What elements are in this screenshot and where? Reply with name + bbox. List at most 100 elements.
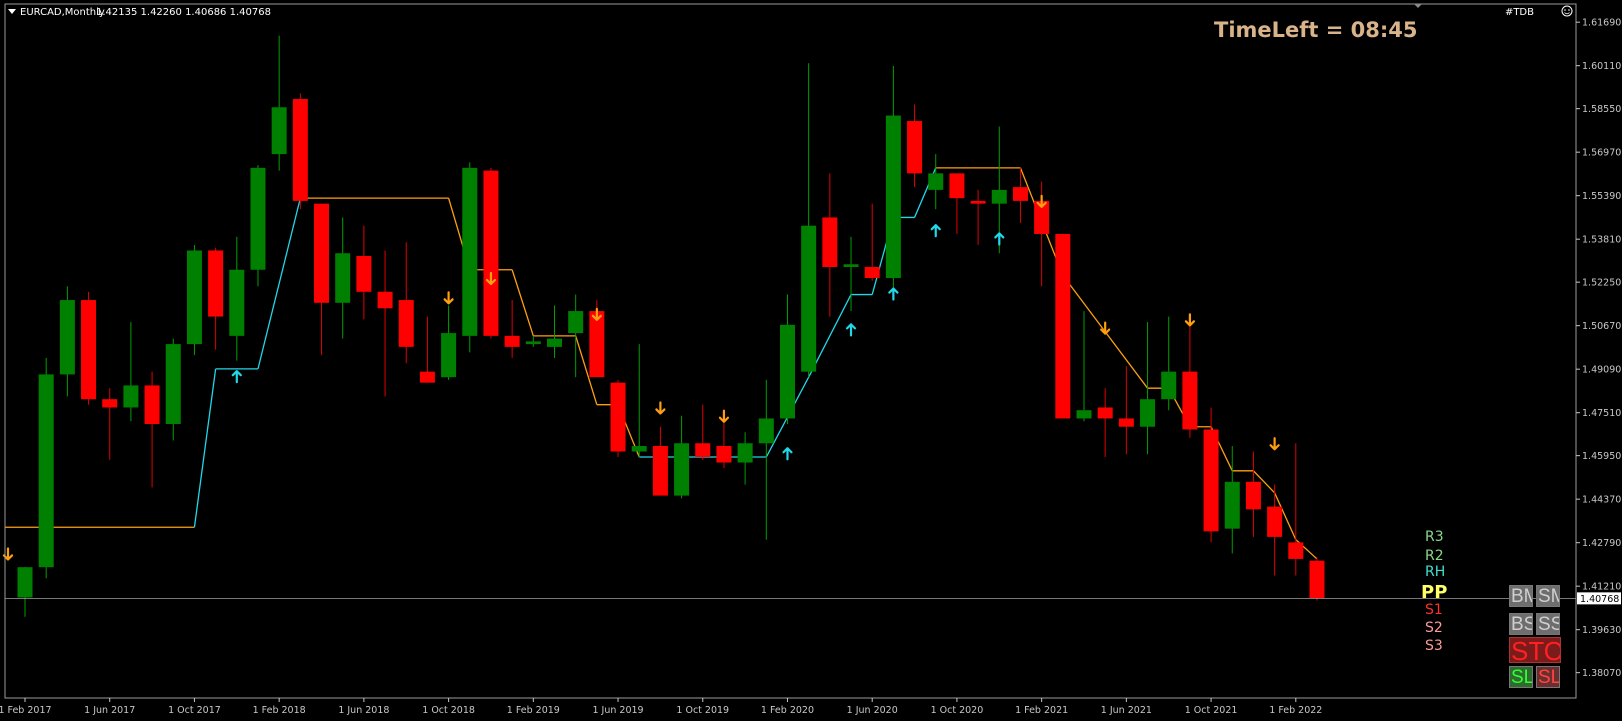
- candle-body-bear: [398, 300, 414, 347]
- candle: [610, 379, 626, 458]
- y-tick-label: 1.47510: [1582, 408, 1621, 419]
- candle-body-bear: [589, 311, 605, 378]
- candle: [377, 250, 393, 397]
- candle-body-bear: [1288, 542, 1304, 559]
- candle-body-bear: [356, 255, 372, 292]
- pivot-label-r2: R2: [1425, 548, 1444, 564]
- candle-body-bull: [123, 385, 139, 408]
- candle: [1055, 233, 1071, 419]
- smiley-icon: [1561, 5, 1573, 17]
- x-tick-label: 1 Jun 2021: [1101, 705, 1152, 716]
- candle-body-bull: [737, 443, 753, 463]
- candle-body-bull: [631, 446, 647, 452]
- trail-line-group: [5, 167, 1318, 560]
- candle: [292, 93, 308, 210]
- candle: [419, 316, 435, 383]
- candle: [737, 432, 753, 485]
- sl-tp-buy-button[interactable]: SL/TP: [1509, 666, 1533, 688]
- candle: [822, 173, 838, 317]
- smiley-eye-left: [1564, 9, 1566, 11]
- candle: [123, 322, 139, 422]
- symbol-title: EURCAD,Monthly: [20, 7, 105, 18]
- candle: [1012, 167, 1028, 223]
- candle: [525, 335, 541, 347]
- candle-body-bear: [864, 267, 880, 279]
- candle: [843, 236, 859, 312]
- arrows-group: [2, 194, 1280, 561]
- candle-body-bear: [822, 217, 838, 268]
- candle-body-bull: [1161, 371, 1177, 400]
- sell-market-button[interactable]: SM: [1536, 585, 1560, 607]
- y-tick-label: 1.58550: [1582, 104, 1621, 115]
- candle-body-bull: [250, 167, 266, 270]
- trail-segment: [193, 368, 217, 528]
- x-tick-label: 1 Feb 2021: [1015, 705, 1068, 716]
- pivot-label-s3: S3: [1425, 638, 1443, 654]
- candle: [229, 236, 245, 361]
- candle: [398, 242, 414, 364]
- smiley-eye-right: [1568, 9, 1570, 11]
- candle-body-bull: [779, 324, 795, 419]
- candle-body-bull: [229, 269, 245, 336]
- candle: [59, 286, 75, 397]
- candle-body-bull: [758, 418, 774, 444]
- x-tick-label: 1 Feb 2017: [0, 705, 52, 716]
- x-tick-label: 1 Jun 2017: [84, 705, 135, 716]
- pivot-label-s1: S1: [1425, 602, 1443, 618]
- candle: [864, 203, 880, 281]
- candle-body-bull: [17, 567, 33, 598]
- price-chart[interactable]: 1.61690 1.60110 1.58550 1.56970 1.55390 1.538…: [0, 0, 1622, 721]
- candle-body-bear: [144, 385, 160, 424]
- timeleft-label: TimeLeft = 08:45: [1214, 18, 1418, 42]
- x-tick-label: 1 Oct 2020: [931, 705, 984, 716]
- ohlc-readout: 1.42135 1.42260 1.40686 1.40768: [96, 7, 271, 18]
- candle: [1076, 311, 1092, 422]
- candle-body-bull: [38, 374, 54, 568]
- x-tick-label: 1 Feb 2022: [1269, 705, 1322, 716]
- candle: [81, 291, 97, 405]
- candle: [102, 388, 118, 460]
- candle-body-bull: [186, 250, 202, 345]
- candle-body-bear: [716, 446, 732, 463]
- buy-stop-button[interactable]: BS: [1509, 613, 1533, 635]
- candle-body-bull: [1224, 481, 1240, 529]
- pivot-label-s2: S2: [1425, 620, 1443, 636]
- candle: [1203, 407, 1219, 543]
- arrow-up-icon: [782, 447, 793, 461]
- candle-body-bear: [1245, 481, 1261, 510]
- candle-body-bull: [1076, 410, 1092, 419]
- candle: [165, 338, 181, 441]
- candles-group: [17, 35, 1325, 617]
- candle-body-bear: [1267, 506, 1283, 537]
- sell-stop-button[interactable]: SS: [1536, 613, 1560, 635]
- candle: [356, 225, 372, 320]
- y-tick-label: 1.55390: [1582, 191, 1621, 202]
- x-tick-label: 1 Jun 2019: [592, 705, 643, 716]
- x-tick-label: 1 Oct 2017: [168, 705, 221, 716]
- stop-button[interactable]: STOP: [1509, 637, 1561, 663]
- candle-body-bull: [674, 443, 690, 496]
- current-price-label: 1.40768: [1580, 594, 1619, 605]
- buy-market-button[interactable]: BM: [1509, 585, 1533, 607]
- candle-body-bear: [652, 446, 668, 496]
- candle-body-bull: [843, 264, 859, 268]
- candle-body-bear: [102, 399, 118, 408]
- pivot-label-pp: PP: [1421, 582, 1447, 603]
- candle-body-bull: [165, 344, 181, 424]
- candle: [949, 173, 965, 234]
- candle: [335, 217, 351, 339]
- candle: [928, 154, 944, 210]
- candle-body-bear: [292, 99, 308, 201]
- sl-tp-sell-button[interactable]: SL/TP: [1536, 666, 1560, 688]
- candle-body-bull: [801, 225, 817, 372]
- candle-body-bull: [462, 167, 478, 336]
- candle-body-bull: [525, 341, 541, 345]
- candle-body-bull: [271, 107, 287, 155]
- candle-body-bear: [949, 173, 965, 199]
- candle-body-bear: [314, 203, 330, 303]
- y-tick-label: 1.49090: [1582, 365, 1621, 376]
- x-tick-label: 1 Feb 2018: [253, 705, 306, 716]
- symbol-dropdown-icon[interactable]: [8, 9, 16, 14]
- header-group: EURCAD,Monthly 1.42135 1.42260 1.40686 1…: [8, 4, 1573, 42]
- x-tick-label: 1 Oct 2019: [676, 705, 729, 716]
